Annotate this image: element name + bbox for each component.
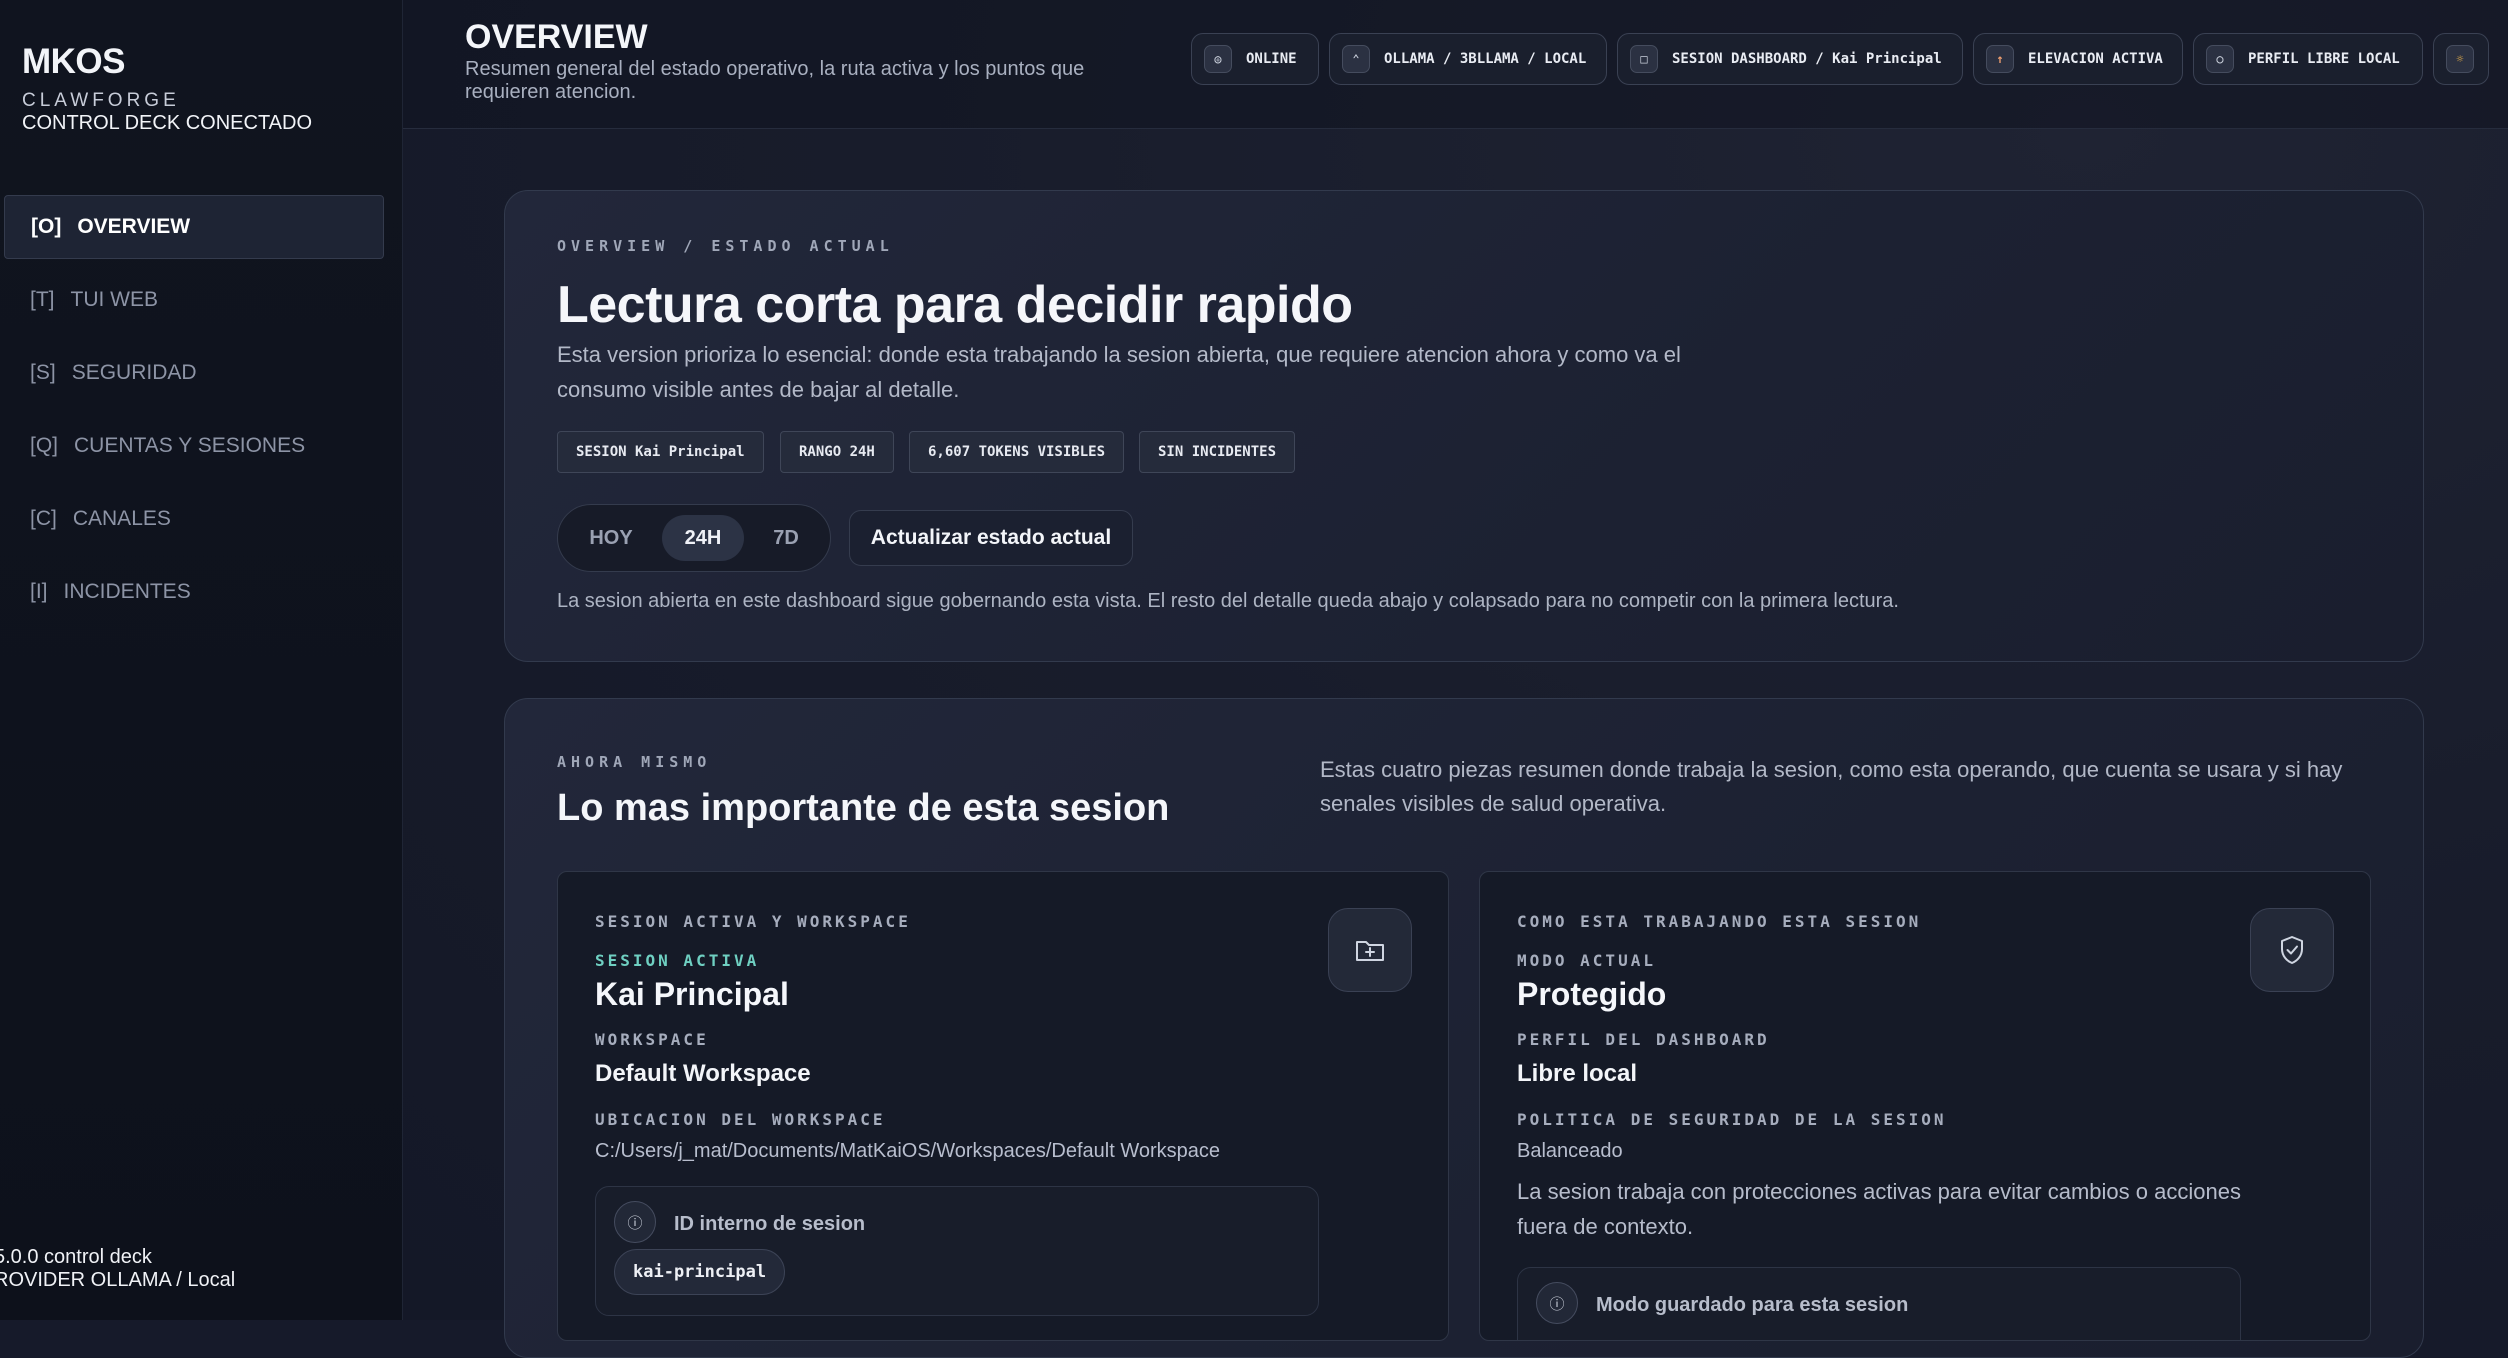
brand-subtitle: CLAWFORGE [22, 90, 180, 111]
nav-label: CANALES [72, 507, 171, 530]
workspace-card: SESION ACTIVA Y WORKSPACE SESION ACTIVA … [557, 871, 1449, 1341]
nav-key: [C] [30, 507, 57, 530]
nav-item-seguridad[interactable]: [S] SEGURIDAD [4, 341, 384, 405]
workspace-value: Default Workspace [595, 1060, 811, 1087]
workspace-location-value: C:/Users/j_mat/Documents/MatKaiOS/Worksp… [595, 1140, 1221, 1162]
range-selector: HOY 24H 7D [557, 504, 831, 572]
policy-value: Balanceado [1517, 1140, 1623, 1162]
workspace-label: WORKSPACE [595, 1030, 709, 1049]
mode-label: MODO ACTUAL [1517, 951, 1656, 970]
tag-incidents: SIN INCIDENTES [1139, 431, 1296, 473]
session-mode-card: COMO ESTA TRABAJANDO ESTA SESION MODO AC… [1479, 871, 2371, 1341]
nav-label: SEGURIDAD [71, 361, 197, 384]
section-title: Lo mas importante de esta sesion [557, 787, 1170, 829]
hero-note: La sesion abierta en este dashboard sigu… [557, 590, 1899, 612]
session-id-label: ID interno de sesion [674, 1213, 866, 1235]
workspace-card-heading: SESION ACTIVA Y WORKSPACE [595, 912, 911, 931]
nav-label: INCIDENTES [63, 580, 191, 603]
profile-icon: ○ [2206, 45, 2234, 73]
session-id-box: ⓘ ID interno de sesion kai-principal [595, 1186, 1319, 1316]
session-icon: □ [1630, 45, 1658, 73]
chip-profile[interactable]: ○ PERFIL LIBRE LOCAL [2193, 33, 2423, 85]
tag-session: SESION Kai Principal [557, 431, 764, 473]
folder-plus-icon[interactable] [1328, 908, 1412, 992]
brand-logo: MKOS [22, 42, 126, 81]
overview-hero-card: OVERVIEW / ESTADO ACTUAL Lectura corta p… [504, 190, 2424, 662]
chip-label: PERFIL LIBRE LOCAL [2248, 51, 2400, 67]
chip-session[interactable]: □ SESION DASHBOARD / Kai Principal [1617, 33, 1963, 85]
nav-key: [Q] [30, 434, 59, 457]
refresh-button[interactable]: Actualizar estado actual [849, 510, 1133, 566]
sidebar: MKOS CLAWFORGE CONTROL DECK CONECTADO [O… [0, 0, 403, 1320]
info-icon: ⓘ [1536, 1282, 1578, 1324]
elevation-icon: ↑ [1986, 45, 2014, 73]
mode-card-heading: COMO ESTA TRABAJANDO ESTA SESION [1517, 912, 1922, 931]
online-icon: ◎ [1204, 45, 1232, 73]
nav-item-cuentas[interactable]: [Q] CUENTAS Y SESIONES [4, 414, 384, 478]
range-option-24h[interactable]: 24H [662, 515, 744, 561]
theme-toggle-button[interactable]: ☼ [2433, 33, 2489, 85]
mode-description: La sesion trabaja con protecciones activ… [1517, 1179, 2241, 1239]
chip-elevation[interactable]: ↑ ELEVACION ACTIVA [1973, 33, 2183, 85]
sun-icon: ☼ [2446, 45, 2474, 73]
provider-label: ROVIDER OLLAMA / Local [0, 1269, 236, 1291]
chip-model[interactable]: ⌃ OLLAMA / 3BLLAMA / LOCAL [1329, 33, 1607, 85]
nav-key: [T] [30, 288, 55, 311]
saved-mode-box: ⓘ Modo guardado para esta sesion [1517, 1267, 2241, 1340]
nav-label: TUI WEB [70, 288, 159, 311]
active-session-value: Kai Principal [595, 976, 789, 1012]
model-icon: ⌃ [1342, 45, 1370, 73]
workspace-location-label: UBICACION DEL WORKSPACE [595, 1110, 886, 1129]
tag-tokens: 6,607 TOKENS VISIBLES [909, 431, 1125, 473]
mode-value: Protegido [1517, 976, 1667, 1012]
nav-label: OVERVIEW [77, 215, 191, 238]
tag-range: RANGO 24H [780, 431, 894, 473]
range-option-hoy[interactable]: HOY [574, 515, 648, 561]
chip-label: SESION DASHBOARD / Kai Principal [1672, 51, 1942, 67]
section-eyebrow: AHORA MISMO [557, 753, 712, 771]
connection-status: CONTROL DECK CONECTADO [22, 112, 313, 134]
version-label: 5.0.0 control deck [0, 1246, 152, 1268]
nav-item-canales[interactable]: [C] CANALES [4, 487, 384, 551]
nav-key: [S] [30, 361, 56, 384]
nav-item-overview[interactable]: [O] OVERVIEW [4, 195, 384, 259]
shield-check-icon[interactable] [2250, 908, 2334, 992]
page-description: Resumen general del estado operativo, la… [465, 58, 1085, 103]
active-session-label: SESION ACTIVA [595, 951, 760, 970]
nav-item-tui-web[interactable]: [T] TUI WEB [4, 268, 384, 332]
top-bar: OVERVIEW Resumen general del estado oper… [403, 0, 2508, 129]
chip-online[interactable]: ◎ ONLINE [1191, 33, 1319, 85]
profile-label: PERFIL DEL DASHBOARD [1517, 1030, 1770, 1049]
chip-label: OLLAMA / 3BLLAMA / LOCAL [1384, 51, 1587, 67]
hero-title: Lectura corta para decidir rapido [557, 276, 1353, 334]
hero-description: Esta version prioriza lo esencial: donde… [557, 342, 1681, 402]
main-content: OVERVIEW Resumen general del estado oper… [403, 0, 2508, 1358]
saved-mode-label: Modo guardado para esta sesion [1596, 1294, 1909, 1316]
session-id-value[interactable]: kai-principal [614, 1249, 786, 1295]
page-title: OVERVIEW [465, 18, 648, 56]
nav-key: [O] [31, 215, 62, 238]
section-description: Estas cuatro piezas resumen donde trabaj… [1320, 757, 2343, 816]
hero-eyebrow: OVERVIEW / ESTADO ACTUAL [557, 237, 894, 255]
session-summary-section: AHORA MISMO Lo mas importante de esta se… [504, 698, 2424, 1358]
chip-label: ONLINE [1246, 51, 1297, 67]
shield-check-glyph [2281, 936, 2303, 964]
info-icon: ⓘ [614, 1201, 656, 1243]
nav-key: [I] [30, 580, 48, 603]
nav-label: CUENTAS Y SESIONES [74, 434, 306, 457]
policy-label: POLITICA DE SEGURIDAD DE LA SESION [1517, 1110, 1947, 1129]
chip-label: ELEVACION ACTIVA [2028, 51, 2163, 67]
range-option-7d[interactable]: 7D [754, 515, 818, 561]
nav-item-incidentes[interactable]: [I] INCIDENTES [4, 560, 384, 624]
profile-value: Libre local [1517, 1060, 1638, 1087]
folder-plus-glyph [1356, 941, 1384, 961]
